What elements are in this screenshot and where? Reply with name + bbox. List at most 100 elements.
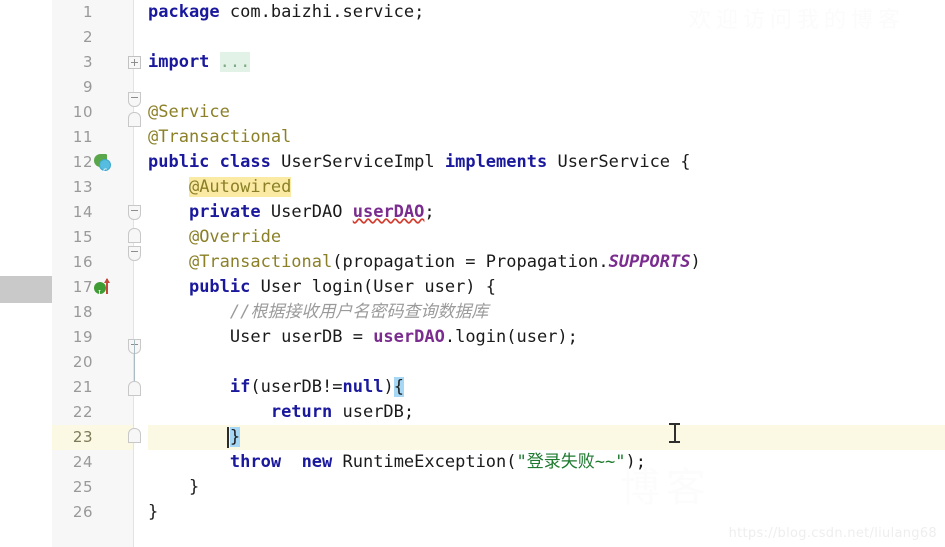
fold-collapse-icon[interactable] [128,246,141,261]
annotation-override: @Override [188,227,282,247]
code-line: @Transactional(propagation = Propagation… [148,250,945,275]
text-caret [227,427,229,448]
gutter-row: 17 [52,275,133,306]
annotation-transactional-method: @Transactional [188,252,333,272]
watermark-top: 欢迎访问我的博客 [688,8,905,33]
code-line: User userDB = userDAO.login(user); [148,325,945,350]
folded-imports-placeholder[interactable]: ... [219,52,251,72]
method-close-brace: } [188,477,200,497]
gutter-row: 20 [52,350,133,375]
fold-collapse-icon[interactable] [128,92,141,107]
fold-collapse-icon[interactable] [128,205,141,220]
gutter-row: 10 [52,100,133,125]
keyword-throw: throw [229,452,282,472]
exception-type: RuntimeException( [332,452,517,472]
keyword-return: return [270,402,333,422]
code-line: } [148,500,945,525]
gutter-row: 26 [52,500,133,525]
line-number: 21 [72,378,93,396]
fold-column[interactable] [126,0,148,547]
code-line: //根据接收用户名密码查询数据库 [148,300,945,325]
matching-brace-open: { [393,377,404,397]
line-number: 17 [72,278,93,296]
keyword-package: package [148,2,220,22]
propagation-constant: SUPPORTS [608,252,691,272]
spring-bean-icon[interactable] [94,154,112,183]
watermark-bottom: https://blog.csdn.net/liulang68 [728,526,937,541]
fold-region-end-icon[interactable] [128,112,141,127]
annotation-args: (propagation = Propagation. [332,252,609,272]
left-marker-block [0,276,52,303]
line-number: 13 [72,178,93,196]
editor-gutter[interactable]: 1 2 3 9 10 11 12 13 14 15 16 17 18 [52,0,134,547]
line-number: 25 [72,478,93,496]
gutter-row: 9 [52,75,133,100]
inline-comment: //根据接收用户名密码查询数据库 [229,302,489,322]
gutter-row: 3 [52,50,133,75]
matching-brace-close: } [229,427,241,447]
gutter-row: 2 [52,25,133,50]
editor-left-strip [0,0,53,547]
string-literal: "登录失败~~" [516,452,626,472]
annotation-service: @Service [148,102,230,122]
implements-override-icon[interactable] [94,278,112,306]
gutter-row: 25 [52,475,133,500]
gutter-row: 15 [52,225,133,250]
class-close-brace: } [148,502,159,522]
class-name: UserServiceImpl [270,152,445,172]
keyword-class: class [219,152,271,172]
keyword-null: null [342,377,384,397]
line-number: 3 [82,53,93,71]
if-condition-right: ) [383,377,394,397]
fold-region-end-icon[interactable] [128,381,141,396]
field-ref-userdao: userDAO [373,327,445,347]
code-surface[interactable]: package com.baizhi.service; import ... @… [148,0,945,547]
method-signature: User login(User user) { [250,277,497,297]
gutter-row: 12 [52,150,133,183]
code-line: @Transactional [148,125,945,150]
keyword-implements: implements [444,152,548,172]
gutter-row: 22 [52,400,133,425]
line-number: 20 [72,353,93,371]
gutter-row: 24 [52,450,133,475]
gutter-row: 11 [52,125,133,150]
gutter-row: 21 [52,375,133,400]
code-lines: package com.baizhi.service; import ... @… [148,0,945,525]
gutter-rows: 1 2 3 9 10 11 12 13 14 15 16 17 18 [52,0,133,525]
fold-expand-icon[interactable] [128,56,141,69]
code-editor[interactable]: 1 2 3 9 10 11 12 13 14 15 16 17 18 [0,0,945,547]
line-number: 14 [72,203,93,221]
method-call: .login(user); [444,327,578,347]
interface-name: UserService { [547,152,691,172]
gutter-row: 14 [52,200,133,225]
code-line: public class UserServiceImpl implements … [148,150,945,175]
line-number: 24 [72,453,93,471]
local-var-decl: User userDB = [229,327,374,347]
watermark-middle: 博客 [620,465,712,511]
annotation-autowired: @Autowired [188,177,292,197]
code-line: @Override [148,225,945,250]
line-number: 23 [72,428,93,446]
fold-region-end-icon[interactable] [128,428,141,443]
code-line: } [148,475,945,500]
line-number: 12 [72,153,93,171]
line-number: 18 [72,303,93,321]
line-number: 1 [82,3,93,21]
line-number: 16 [72,253,93,271]
gutter-row: 1 [52,0,133,25]
line-number: 9 [82,78,93,96]
gutter-row: 16 [52,250,133,275]
gutter-row: 13 [52,175,133,200]
code-line: private UserDAO userDAO; [148,200,945,225]
fold-region-end-icon[interactable] [128,228,141,243]
line-number: 22 [72,403,93,421]
field-name-userdao: userDAO [352,202,425,222]
keyword-private: private [188,202,261,222]
code-line: import ... [148,50,945,75]
return-value: userDB; [332,402,415,422]
line-number: 19 [72,328,93,346]
keyword-public: public [148,152,210,172]
if-condition-left: (userDB!= [250,377,343,397]
